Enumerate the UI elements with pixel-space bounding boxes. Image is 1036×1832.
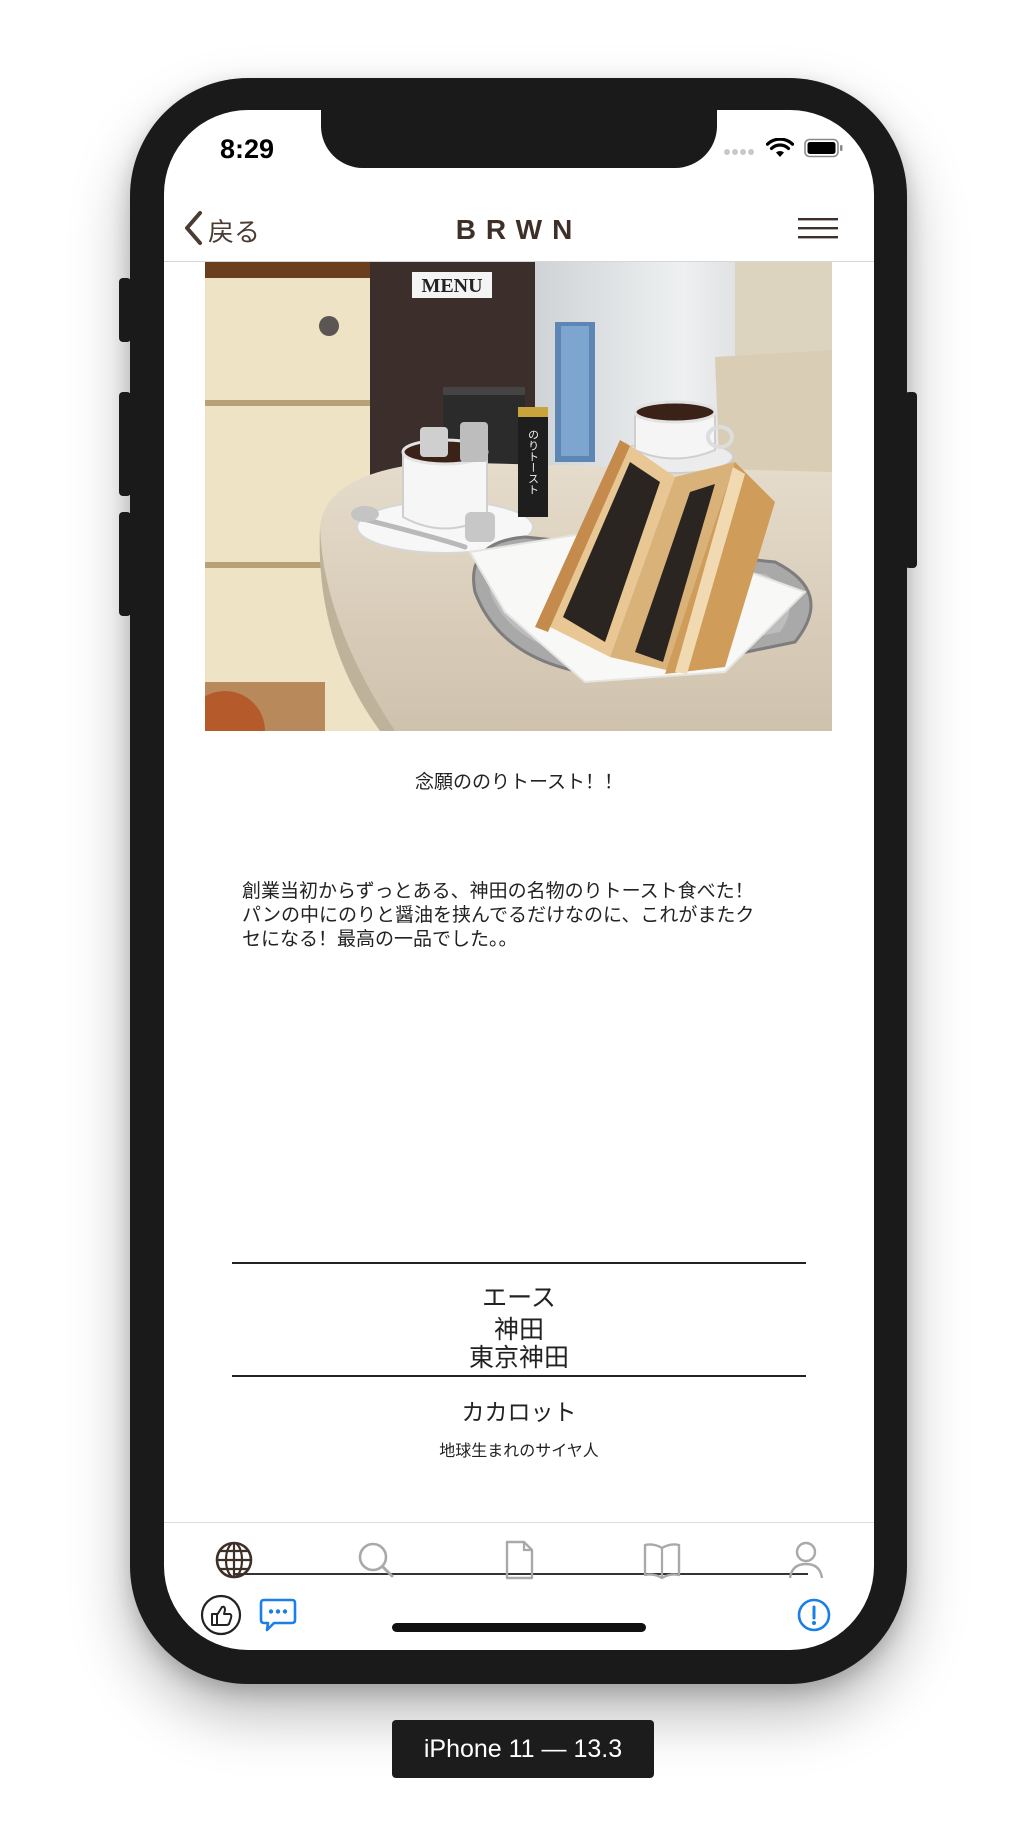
device-volume-down-button	[119, 512, 131, 616]
device-volume-up-button	[119, 392, 131, 496]
home-indicator[interactable]	[392, 1623, 646, 1632]
search-icon[interactable]	[354, 1538, 398, 1582]
comment-icon[interactable]	[258, 1596, 298, 1638]
report-icon[interactable]	[796, 1597, 832, 1637]
hamburger-menu-button[interactable]	[798, 216, 838, 244]
phone-screen: 8:29 戻る BRWN MENU のりトースト 念願ののりトースト！！ 創業当…	[164, 110, 874, 1650]
notch	[321, 110, 717, 168]
hamburger-icon	[798, 218, 838, 239]
status-indicators	[724, 137, 844, 162]
device-power-button	[905, 392, 917, 568]
menu-sign-text: MENU	[421, 275, 482, 297]
wifi-icon	[765, 137, 795, 162]
app-title: BRWN	[455, 214, 583, 245]
post-body-line: パンの中にのりと醤油を挟んでるだけなのに、これがまたク	[242, 904, 755, 926]
post-body-line: 創業当初からずっとある、神田の名物のりトースト食べた！	[242, 880, 754, 902]
document-icon[interactable]	[497, 1538, 541, 1582]
post-title: 念願ののりトースト！！	[414, 771, 624, 793]
shop-name[interactable]: エース	[164, 1278, 874, 1314]
navigation-bar: 戻る BRWN	[164, 202, 874, 262]
status-time: 8:29	[220, 134, 275, 164]
divider	[232, 1262, 806, 1264]
book-icon[interactable]	[640, 1538, 684, 1582]
shop-prefecture-area: 東京神田	[468, 1343, 569, 1372]
noritoast-sign-text: のりトースト	[527, 429, 540, 495]
device-mute-switch	[119, 278, 131, 342]
globe-icon[interactable]	[212, 1538, 256, 1582]
simulator-device-label: iPhone 11 — 13.3	[392, 1720, 654, 1778]
post-photo: MENU のりトースト	[205, 262, 832, 731]
like-icon[interactable]	[200, 1594, 242, 1640]
cellular-signal-icon	[724, 141, 756, 160]
battery-icon	[804, 138, 844, 162]
post-body-line: セになる！最高の一品でした。。	[242, 928, 518, 950]
tabbar-divider	[164, 1522, 874, 1523]
author-name[interactable]: カカロット	[164, 1393, 874, 1427]
person-icon[interactable]	[784, 1538, 828, 1582]
divider	[232, 1375, 806, 1377]
post-body: 創業当初からずっとある、神田の名物のりトースト食べた！ パンの中にのりと醤油を挟…	[242, 879, 802, 951]
author-bio: 地球生まれのサイヤ人	[439, 1441, 599, 1460]
